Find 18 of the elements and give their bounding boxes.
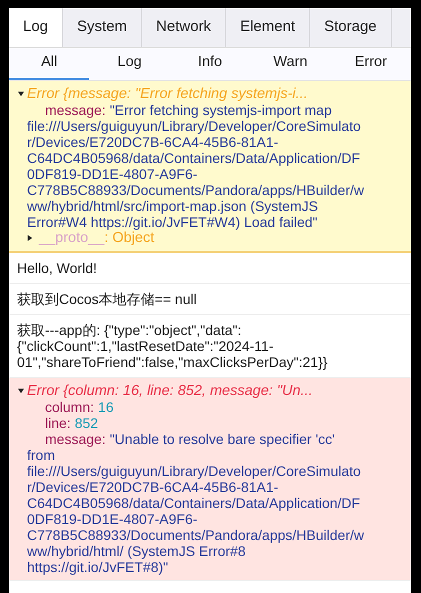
tab[interactable]: Network [142,8,226,47]
filter-tab[interactable]: Warn [250,48,331,80]
error-summary: Error {message: "Error fetching systemjs-i... [27,86,308,102]
filter-tab[interactable]: Info [170,48,250,80]
object-property: column: 16 [44,399,115,415]
filter-tab[interactable]: Error [330,48,411,80]
tab[interactable]: Storage [310,8,392,47]
tab[interactable]: System [63,8,142,47]
tab[interactable]: Log [9,8,64,47]
log-message: 获取到Cocos本地存储== null [17,291,198,307]
log-message: Hello, World! [17,260,98,276]
tab[interactable]: Element [226,8,310,47]
filter-tab[interactable]: Log [89,48,170,80]
object-property: line: 852 [44,415,100,431]
object-property: message: "Unable to resolve bare specifier 'cc' from file:///Users/guiguyun/Library/Developer/CoreSimulator/Devices/E720DC7B-6CA4-45B6-81A1-C64DC4B05968/data/Containers/Data/Application/DF0DF819-DD1E-4807-A9F6-C778B5C88933/Documents/Pandora/apps/HBuilder/www/hybrid/html/ (SystemJS Error#8 https://git.io/JvFET#8)" [26,431,365,575]
log-message: 获取---app的: {"type":"object","data":{"clickCount":1,"lastResetDate":"2024-11-01","shareToFriend":false,"maxClicksPerDay":21}} [17,322,328,370]
error-summary: Error {column: 16, line: 852, message: "Un... [27,383,313,399]
object-property: message: "Error fetching systemjs-import map file:///Users/guiguyun/Library/Developer/CoreSimulator/Devices/E720DC7B-6CA4-45B6-81A1-C64DC4B05968/data/Containers/Data/Application/DF0DF819-DD1E-4807-A9F6-C778B5C88933/Documents/Pandora/apps/HBuilder/www/hybrid/html/src/import-map.json (SystemJS Error#W4 https://git.io/JvFET#W4) Load failed" [26,102,365,230]
